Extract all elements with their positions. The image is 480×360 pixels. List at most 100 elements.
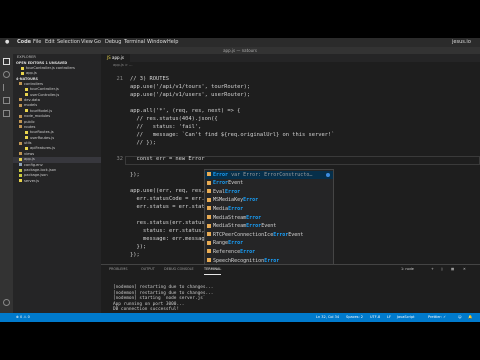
suggestion-item[interactable]: Error var Error: ErrorConstructo… xyxy=(205,170,333,179)
source-control-icon[interactable] xyxy=(3,84,10,91)
class-symbol-icon xyxy=(207,258,211,262)
folder-icon xyxy=(19,141,22,145)
menubar-user[interactable]: jesus.io xyxy=(452,38,471,47)
suggestion-label: MediaStreamErrorEvent xyxy=(213,223,277,230)
class-symbol-icon xyxy=(207,232,211,237)
file-label: app.js xyxy=(24,157,35,162)
suggestion-item[interactable]: MediaStreamErrorEvent xyxy=(205,222,333,230)
suggestion-label: SpeechRecognitionError xyxy=(213,257,280,264)
suggestion-item[interactable]: RangeError xyxy=(205,239,333,247)
code-line: }); xyxy=(130,172,140,178)
js-file-icon xyxy=(21,66,24,70)
prettier-status[interactable]: Prettier: ✓ xyxy=(428,313,446,322)
app-menu[interactable]: Code xyxy=(17,38,31,47)
tab-app-js[interactable]: JS app.js xyxy=(101,54,130,62)
tab-problems[interactable]: PROBLEMS xyxy=(109,265,128,274)
suggestion-widget[interactable]: Error var Error: ErrorConstructo… ErrorEv… xyxy=(204,169,334,268)
plus-icon[interactable]: + xyxy=(431,265,434,274)
debug-icon[interactable] xyxy=(3,97,10,104)
encoding[interactable]: UTF-8 xyxy=(370,313,380,322)
file-label: models xyxy=(24,103,38,108)
apple-icon[interactable]: ● xyxy=(5,38,9,47)
terminal-line: [nodemon] restarting due to changes... xyxy=(113,285,214,290)
menu-window[interactable]: Window xyxy=(147,38,167,47)
file-label: public xyxy=(24,119,35,124)
info-icon[interactable] xyxy=(326,172,330,177)
class-symbol-icon xyxy=(207,249,211,254)
close-icon[interactable]: ✕ xyxy=(463,265,466,274)
menu-file[interactable]: File xyxy=(33,38,41,47)
suggestion-item[interactable]: ReferenceError xyxy=(205,248,333,256)
language-mode[interactable]: JavaScript xyxy=(397,313,415,322)
tab-debug-console[interactable]: DEBUG CONSOLE xyxy=(164,265,194,274)
file-label: userRoutes.js xyxy=(30,135,55,140)
file-label: utils xyxy=(24,141,32,146)
suggestion-item[interactable]: MSMediaKeyError xyxy=(205,196,333,204)
file-label: apiFeatures.js xyxy=(30,146,55,151)
match-highlight: Error xyxy=(243,197,259,204)
code-line: }); xyxy=(130,252,140,258)
folder-icon xyxy=(19,98,22,102)
window-title: app.js — natours xyxy=(0,47,480,54)
code-line: // res.status(404).json({ xyxy=(130,116,218,122)
suggestion-label: ReferenceError xyxy=(213,248,256,255)
trash-icon[interactable]: ▦ xyxy=(451,265,454,274)
code-line: app.use('/api/v1/tours', tourRouter); xyxy=(130,84,251,90)
vscode-window: ● Code File Edit Selection View Go Debug… xyxy=(0,38,480,322)
menu-selection[interactable]: Selection xyxy=(57,38,80,47)
line-number: 32 xyxy=(116,156,124,162)
indentation[interactable]: Spaces: 2 xyxy=(346,313,363,322)
suggestion-item[interactable]: RTCPeerConnectionIceErrorEvent xyxy=(205,231,333,239)
suggestion-item[interactable]: MediaError xyxy=(205,205,333,213)
suggestion-detail: var Error: ErrorConstructo… xyxy=(228,171,313,178)
code-line: message: err.messag xyxy=(130,236,205,242)
gear-icon[interactable] xyxy=(3,299,10,306)
split-icon[interactable]: ▯ xyxy=(441,265,443,274)
match-highlight: Error xyxy=(264,257,280,264)
search-icon[interactable] xyxy=(3,71,10,78)
code-line: err.statusCode = err. xyxy=(130,196,205,202)
file-icon xyxy=(25,130,28,134)
terminal-select[interactable]: 1: node xyxy=(401,265,414,274)
match-highlight: Error xyxy=(240,248,256,255)
match-highlight: Error xyxy=(225,188,241,195)
menu-edit[interactable]: Edit xyxy=(45,38,55,47)
code-line: err.status = err.status xyxy=(130,204,212,210)
suggestion-label: RTCPeerConnectionIceErrorEvent xyxy=(213,231,304,238)
file-icon xyxy=(25,87,28,91)
smiley-icon[interactable]: ☺ xyxy=(458,313,462,322)
bell-icon[interactable]: 🔔 xyxy=(468,313,472,322)
suggestion-item[interactable]: EvalError xyxy=(205,188,333,196)
file-label: controllers xyxy=(24,81,44,86)
file-icon xyxy=(25,109,28,113)
menu-view[interactable]: View xyxy=(81,38,93,47)
cursor-position[interactable]: Ln 32, Col 34 xyxy=(316,313,339,322)
match-highlight: Error xyxy=(213,171,229,178)
explorer-icon[interactable] xyxy=(3,58,10,65)
file-label: userController.js xyxy=(30,92,60,97)
code-line: status: err.status, xyxy=(130,228,205,234)
tab-terminal[interactable]: TERMINAL xyxy=(204,265,222,275)
explorer-sidebar: EXPLORER OPEN EDITORS 1 UNSAVED tourCont… xyxy=(13,54,101,313)
code-line: // 3) ROUTES xyxy=(130,76,169,82)
suggestion-item[interactable]: MediaStreamError xyxy=(205,214,333,222)
suggestion-label: EvalError xyxy=(213,188,241,195)
menu-terminal[interactable]: Terminal xyxy=(124,38,145,47)
file-label: package-lock.json xyxy=(24,168,57,173)
file-item[interactable]: server.js xyxy=(13,179,101,184)
menu-go[interactable]: Go xyxy=(94,38,101,47)
file-icon xyxy=(25,136,28,140)
menu-debug[interactable]: Debug xyxy=(105,38,121,47)
editor-tabs: JS app.js xyxy=(101,54,480,62)
menu-help[interactable]: Help xyxy=(167,38,178,47)
match-highlight: Error xyxy=(246,214,262,221)
class-symbol-icon xyxy=(207,206,211,211)
extensions-icon[interactable] xyxy=(3,110,10,117)
suggestion-item[interactable]: ErrorEvent xyxy=(205,179,333,187)
problems-status[interactable]: ⊗ 0 ⚠ 0 xyxy=(16,313,30,322)
folder-icon xyxy=(19,152,22,156)
tab-output[interactable]: OUTPUT xyxy=(141,265,155,274)
folder-icon xyxy=(19,82,22,86)
line-endings[interactable]: LF xyxy=(387,313,391,322)
suggestion-label: MediaError xyxy=(213,205,244,212)
